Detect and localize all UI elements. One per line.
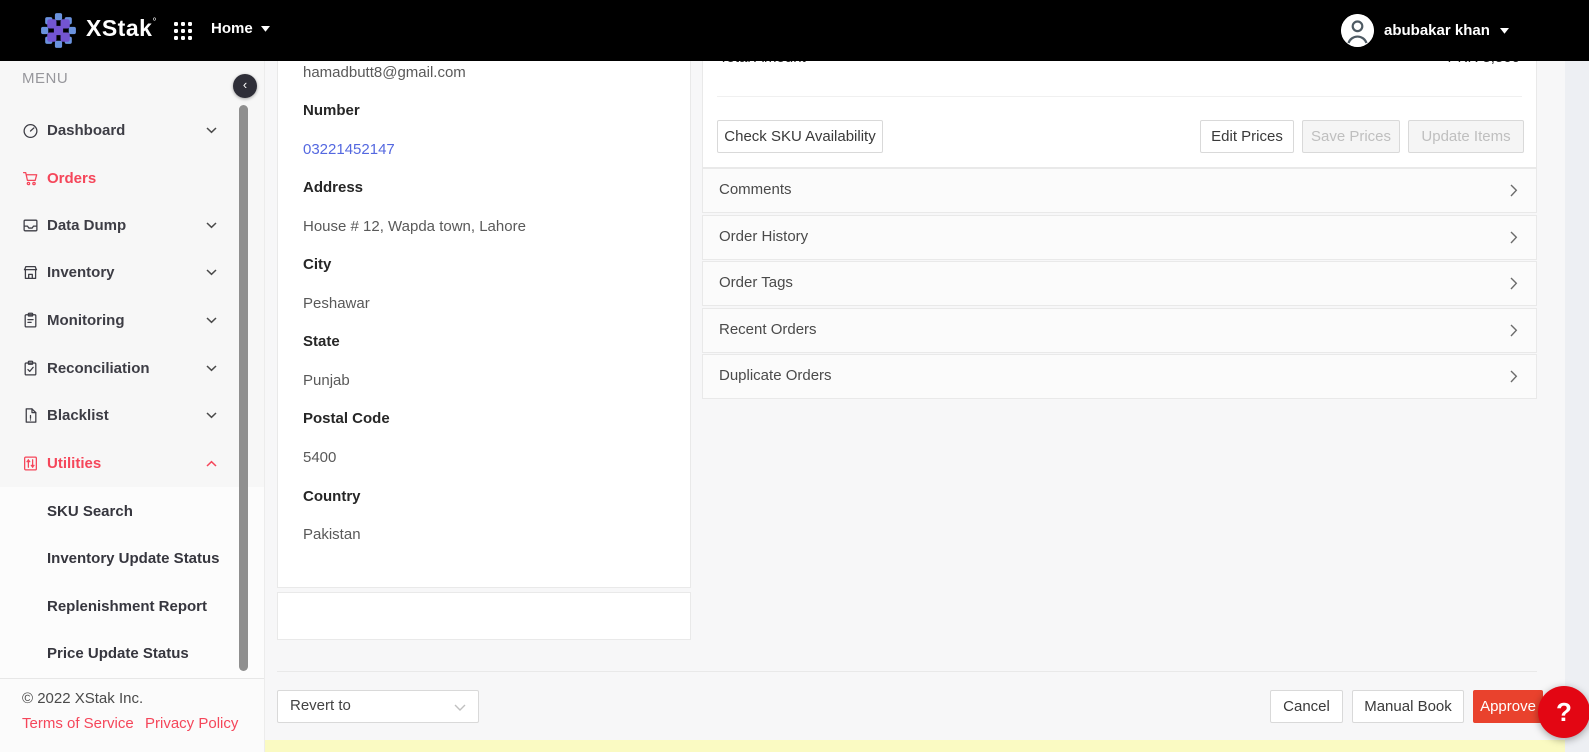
clipboard-check-icon [24,360,37,376]
chevron-down-icon [454,704,466,711]
sidebar-footer: © 2022 XStak Inc. Terms of Service Priva… [0,678,264,752]
terms-of-service-link[interactable]: Terms of Service [22,715,134,732]
accordion-order-tags[interactable]: Order Tags [702,261,1537,306]
accordion-comments[interactable]: Comments [702,168,1537,213]
chevron-right-icon [1510,324,1518,337]
caret-down-icon [1499,27,1509,34]
customer-country: Pakistan [303,526,361,543]
chevron-down-icon [206,364,217,371]
store-icon [23,265,38,279]
cancel-button[interactable]: Cancel [1270,690,1343,723]
accordion-duplicate-orders[interactable]: Duplicate Orders [702,354,1537,399]
bottom-notice-bar [265,740,1565,752]
footer-divider [277,671,1537,672]
dashboard-icon [23,123,38,138]
sliders-icon [24,455,37,471]
chevron-right-icon [1510,277,1518,290]
check-sku-availability-button[interactable]: Check SKU Availability [717,120,883,153]
user-name-label: abubakar khan [1384,22,1490,39]
chevron-down-icon [206,221,217,228]
copyright-text: © 2022 XStak Inc. [22,690,144,707]
trademark-symbol: ° [152,17,157,29]
sidebar-item-utilities[interactable]: Utilities [0,447,238,479]
home-nav-dropdown[interactable]: Home [211,20,270,37]
accordion-label: Recent Orders [719,321,817,338]
chevron-down-icon [206,411,217,418]
approve-button[interactable]: Approve [1473,690,1543,723]
order-card-divider [717,96,1522,97]
sidebar-subitem-replenishment-report[interactable]: Replenishment Report [0,590,238,622]
sidebar-item-orders[interactable]: Orders [0,162,238,194]
file-alert-icon [25,407,37,423]
sidebar-item-dashboard[interactable]: Dashboard [0,114,238,146]
accordion-label: Duplicate Orders [719,367,832,384]
save-prices-button[interactable]: Save Prices [1302,120,1400,153]
clipboard-report-icon [24,312,37,328]
field-label-postal: Postal Code [303,410,390,427]
cart-icon [22,171,38,185]
sidebar-subitem-price-update-status[interactable]: Price Update Status [0,637,238,669]
customer-address: House # 12, Wapda town, Lahore [303,218,526,235]
field-label-state: State [303,333,340,350]
sidebar: MENU ‹ Dashboard Orders Data Dump Invent… [0,61,265,752]
chevron-down-icon [206,126,217,133]
customer-card-footer [277,592,691,640]
chevron-right-icon [1510,370,1518,383]
chevron-right-icon [1510,184,1518,197]
home-nav-label: Home [211,20,253,37]
sidebar-subitem-inventory-update-status[interactable]: Inventory Update Status [0,542,238,574]
top-header-bar: XStak° Home abubakar khan [0,0,1589,61]
revert-to-value: Revert to [290,697,351,714]
brand-name: XStak° [86,15,157,41]
field-label-address: Address [303,179,364,196]
person-icon [1341,14,1374,47]
customer-city: Peshawar [303,295,370,312]
sidebar-item-data-dump[interactable]: Data Dump [0,209,238,241]
customer-phone-link[interactable]: 03221452147 [303,141,395,161]
accordion-label: Comments [719,181,792,198]
manual-book-button[interactable]: Manual Book [1352,690,1464,723]
apps-grid-icon[interactable] [174,22,192,40]
sidebar-scrollbar-thumb[interactable] [239,105,248,671]
customer-email: hamadbutt8@gmail.com [303,64,466,81]
page-root: hamadbutt8@gmail.com Number 03221452147 … [0,0,1589,752]
menu-section-label: MENU [22,70,69,87]
chevron-down-icon [206,316,217,323]
chevron-up-icon [206,460,217,467]
field-label-city: City [303,256,332,273]
user-menu[interactable]: abubakar khan [1341,14,1509,47]
sidebar-item-inventory[interactable]: Inventory [0,256,238,288]
chevron-right-icon [1510,231,1518,244]
sidebar-collapse-button[interactable]: ‹ [233,74,257,98]
accordion-label: Order History [719,228,809,245]
customer-details-card: hamadbutt8@gmail.com Number 03221452147 … [277,30,691,588]
chevron-down-icon [206,268,217,275]
sidebar-item-reconciliation[interactable]: Reconciliation [0,352,238,384]
accordion-label: Order Tags [719,274,793,291]
update-items-button[interactable]: Update Items [1408,120,1524,153]
customer-state: Punjab [303,372,350,389]
xstak-logo-icon[interactable] [38,10,79,51]
field-label-number: Number [303,102,360,119]
revert-to-select[interactable]: Revert to [277,690,479,723]
accordion-order-history[interactable]: Order History [702,215,1537,260]
avatar [1341,14,1374,47]
sidebar-subitem-sku-search[interactable]: SKU Search [0,495,238,527]
caret-down-icon [260,25,270,32]
inbox-icon [23,219,38,231]
edit-prices-button[interactable]: Edit Prices [1200,120,1294,153]
accordion-recent-orders[interactable]: Recent Orders [702,308,1537,353]
help-button[interactable]: ? [1538,686,1589,738]
page-scrollbar-track[interactable] [1565,61,1589,752]
sidebar-item-monitoring[interactable]: Monitoring [0,304,238,336]
customer-postal-code: 5400 [303,449,337,466]
sidebar-item-blacklist[interactable]: Blacklist [0,399,238,431]
field-label-country: Country [303,488,361,505]
privacy-policy-link[interactable]: Privacy Policy [145,715,238,732]
